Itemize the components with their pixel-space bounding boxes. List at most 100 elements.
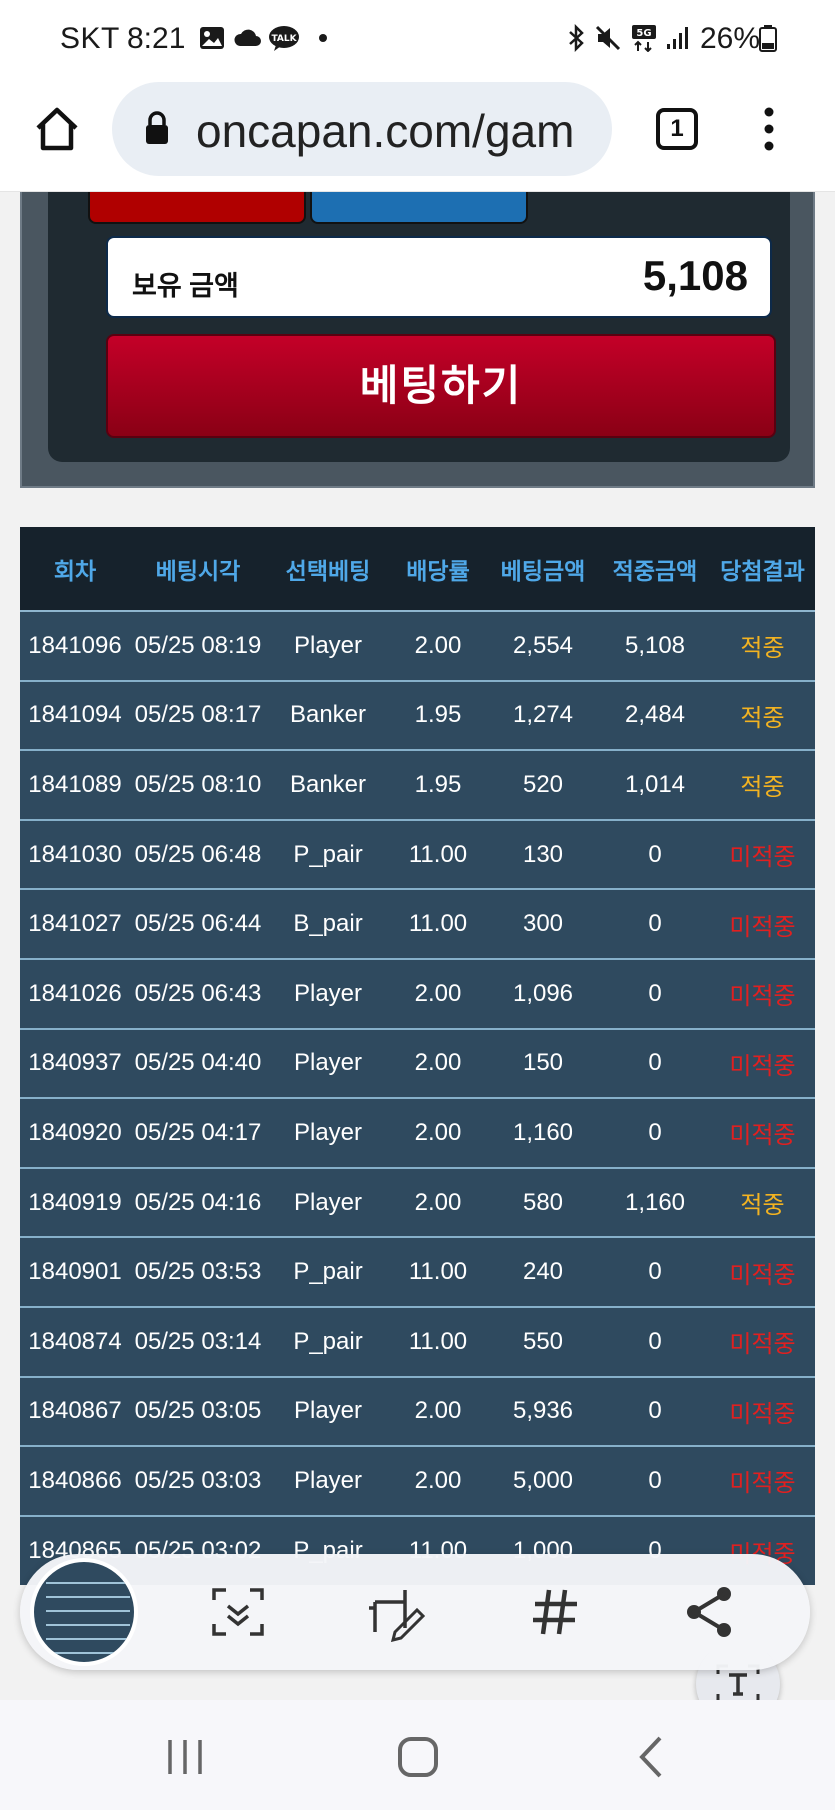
cell-result: 적중 <box>710 1166 815 1238</box>
lock-icon <box>146 111 168 144</box>
home-nav-icon[interactable] <box>393 1732 443 1782</box>
cell-round: 1841094 <box>20 679 130 751</box>
cell-bet-time: 05/25 06:48 <box>130 818 266 890</box>
screenshot-toolbar <box>20 1554 810 1670</box>
table-row: 1841096 05/25 08:19 Player 2.00 2,554 5,108 적중 <box>20 610 815 681</box>
cell-payout: 2,484 <box>600 679 710 751</box>
cell-odds: 2.00 <box>390 1097 486 1168</box>
cell-bet-amount: 2,554 <box>486 610 600 681</box>
system-nav-bar <box>0 1700 835 1810</box>
bet-history-table: 회차 베팅시각 선택베팅 배당률 베팅금액 적중금액 당첨결과 1841096 0… <box>20 527 815 1586</box>
table-header-row: 회차 베팅시각 선택베팅 배당률 베팅금액 적중금액 당첨결과 <box>20 527 815 612</box>
cell-bet-time: 05/25 06:43 <box>130 957 266 1029</box>
cell-choice: Player <box>266 1097 390 1168</box>
share-icon[interactable] <box>680 1582 740 1642</box>
edit-crop-icon[interactable] <box>365 1582 425 1642</box>
cell-bet-time: 05/25 06:44 <box>130 888 266 959</box>
browser-toolbar: oncapan.com/gam 1 <box>0 80 835 192</box>
status-bar: SKT 8:21 TALK 5G 26% <box>0 0 835 80</box>
cell-result: 미적중 <box>710 1027 815 1099</box>
cell-payout: 0 <box>600 1375 710 1447</box>
game-panel: 보유 금액 5,108 베팅하기 <box>20 192 815 488</box>
back-icon[interactable] <box>628 1732 678 1782</box>
table-row: 1841030 05/25 06:48 P_pair 11.00 130 0 미적중 <box>20 818 815 890</box>
cell-odds: 2.00 <box>390 1027 486 1099</box>
header-payout: 적중금액 <box>600 527 710 612</box>
carrier-label: SKT <box>60 22 120 55</box>
cell-round: 1840937 <box>20 1027 130 1099</box>
cell-result: 미적중 <box>710 1445 815 1516</box>
table-row: 1841089 05/25 08:10 Banker 1.95 520 1,014 적중 <box>20 749 815 820</box>
table-row: 1841094 05/25 08:17 Banker 1.95 1,274 2,484 적중 <box>20 679 815 751</box>
cell-bet-amount: 1,096 <box>486 957 600 1029</box>
cell-result: 미적중 <box>710 818 815 890</box>
cell-bet-amount: 520 <box>486 749 600 820</box>
banker-choice-button[interactable] <box>310 192 528 224</box>
cell-round: 1840866 <box>20 1445 130 1516</box>
signal-icon <box>667 27 688 49</box>
cell-result: 적중 <box>710 610 815 681</box>
table-row: 1840867 05/25 03:05 Player 2.00 5,936 0 미적중 <box>20 1375 815 1447</box>
cell-odds: 11.00 <box>390 1236 486 1307</box>
recent-apps-icon[interactable] <box>160 1732 210 1782</box>
tabs-icon[interactable]: 1 <box>656 108 698 150</box>
svg-text:5G: 5G <box>636 28 651 39</box>
screenshot-thumbnail[interactable] <box>30 1558 138 1666</box>
cell-result: 미적중 <box>710 1375 815 1447</box>
cell-bet-amount: 580 <box>486 1166 600 1238</box>
cell-choice: Player <box>266 957 390 1029</box>
cell-bet-amount: 150 <box>486 1027 600 1099</box>
header-bet-amount: 베팅금액 <box>486 527 600 612</box>
cell-round: 1841027 <box>20 888 130 959</box>
player-choice-button[interactable] <box>88 192 306 224</box>
cell-round: 1840901 <box>20 1236 130 1307</box>
cell-bet-time: 05/25 08:19 <box>130 610 266 681</box>
place-bet-button[interactable]: 베팅하기 <box>106 334 776 438</box>
cell-choice: Banker <box>266 749 390 820</box>
cell-result: 적중 <box>710 749 815 820</box>
cell-bet-time: 05/25 03:05 <box>130 1375 266 1447</box>
mute-icon <box>595 25 621 51</box>
table-row: 1840874 05/25 03:14 P_pair 11.00 550 0 미적중 <box>20 1305 815 1377</box>
cell-payout: 0 <box>600 957 710 1029</box>
cell-round: 1840867 <box>20 1375 130 1447</box>
cell-choice: Player <box>266 1445 390 1516</box>
cell-payout: 1,014 <box>600 749 710 820</box>
cell-bet-amount: 130 <box>486 818 600 890</box>
cell-odds: 1.95 <box>390 749 486 820</box>
cell-result: 미적중 <box>710 888 815 959</box>
scan-icon[interactable] <box>208 1582 268 1642</box>
cell-round: 1840874 <box>20 1305 130 1377</box>
cell-odds: 2.00 <box>390 610 486 681</box>
betting-box: 보유 금액 5,108 베팅하기 <box>48 192 790 462</box>
home-icon[interactable] <box>32 104 82 154</box>
cell-result: 미적중 <box>710 1097 815 1168</box>
cell-bet-time: 05/25 03:14 <box>130 1305 266 1377</box>
header-bet-time: 베팅시각 <box>130 527 266 612</box>
cell-bet-amount: 300 <box>486 888 600 959</box>
cell-odds: 11.00 <box>390 888 486 959</box>
cell-bet-time: 05/25 08:17 <box>130 679 266 751</box>
holding-amount-label: 보유 금액 <box>132 271 239 301</box>
cell-round: 1841096 <box>20 610 130 681</box>
more-icon[interactable] <box>754 104 784 154</box>
cell-round: 1840919 <box>20 1166 130 1238</box>
cell-choice: Banker <box>266 679 390 751</box>
cloud-icon <box>234 29 261 46</box>
cell-bet-time: 05/25 04:40 <box>130 1027 266 1099</box>
cell-round: 1840920 <box>20 1097 130 1168</box>
cell-odds: 2.00 <box>390 957 486 1029</box>
cell-payout: 0 <box>600 888 710 959</box>
header-odds: 배당률 <box>390 527 486 612</box>
cell-choice: B_pair <box>266 888 390 959</box>
cell-payout: 5,108 <box>600 610 710 681</box>
table-row: 1841027 05/25 06:44 B_pair 11.00 300 0 미적중 <box>20 888 815 959</box>
table-row: 1840919 05/25 04:16 Player 2.00 580 1,160 적중 <box>20 1166 815 1238</box>
table-row: 1840901 05/25 03:53 P_pair 11.00 240 0 미적중 <box>20 1236 815 1307</box>
cell-payout: 0 <box>600 1445 710 1516</box>
cell-bet-time: 05/25 03:53 <box>130 1236 266 1307</box>
hashtag-icon[interactable] <box>525 1582 585 1642</box>
cell-round: 1841026 <box>20 957 130 1029</box>
cell-odds: 2.00 <box>390 1375 486 1447</box>
table-row: 1840866 05/25 03:03 Player 2.00 5,000 0 미적중 <box>20 1445 815 1516</box>
